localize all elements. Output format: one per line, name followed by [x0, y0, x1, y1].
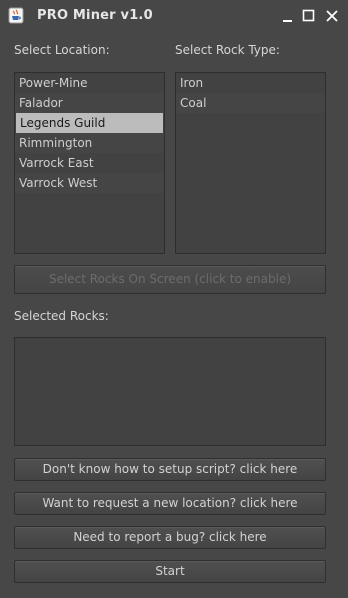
rock-type-list[interactable]: Iron Coal: [175, 72, 326, 254]
selected-rocks-label: Selected Rocks:: [14, 309, 109, 323]
location-item-varrock-west[interactable]: Varrock West: [15, 173, 164, 193]
location-item-power-mine[interactable]: Power-Mine: [15, 73, 164, 93]
rock-item-coal[interactable]: Coal: [176, 93, 325, 113]
location-item-varrock-east[interactable]: Varrock East: [15, 153, 164, 173]
location-item-rimmington[interactable]: Rimmington: [15, 133, 164, 153]
pro-miner-window: PRO Miner v1.0 Select Location: Select R…: [0, 0, 348, 598]
title-bar: PRO Miner v1.0: [0, 0, 348, 32]
rock-item-iron[interactable]: Iron: [176, 73, 325, 93]
select-location-label: Select Location:: [14, 43, 110, 57]
setup-help-button[interactable]: Don't know how to setup script? click he…: [14, 458, 326, 481]
java-cup-icon: [8, 7, 24, 24]
selected-rocks-area[interactable]: [14, 337, 326, 446]
location-item-falador[interactable]: Falador: [15, 93, 164, 113]
request-location-button[interactable]: Want to request a new location? click he…: [14, 492, 326, 515]
maximize-icon[interactable]: [302, 9, 316, 23]
report-bug-button[interactable]: Need to report a bug? click here: [14, 526, 326, 549]
window-title: PRO Miner v1.0: [37, 8, 153, 23]
start-button[interactable]: Start: [14, 560, 326, 583]
minimize-icon[interactable]: [281, 9, 295, 23]
select-rock-type-label: Select Rock Type:: [175, 43, 280, 57]
select-rocks-button[interactable]: Select Rocks On Screen (click to enable): [14, 265, 326, 294]
location-item-legends-guild[interactable]: Legends Guild: [16, 113, 163, 133]
location-list[interactable]: Power-Mine Falador Legends Guild Rimming…: [14, 72, 165, 254]
close-icon[interactable]: [325, 9, 339, 23]
